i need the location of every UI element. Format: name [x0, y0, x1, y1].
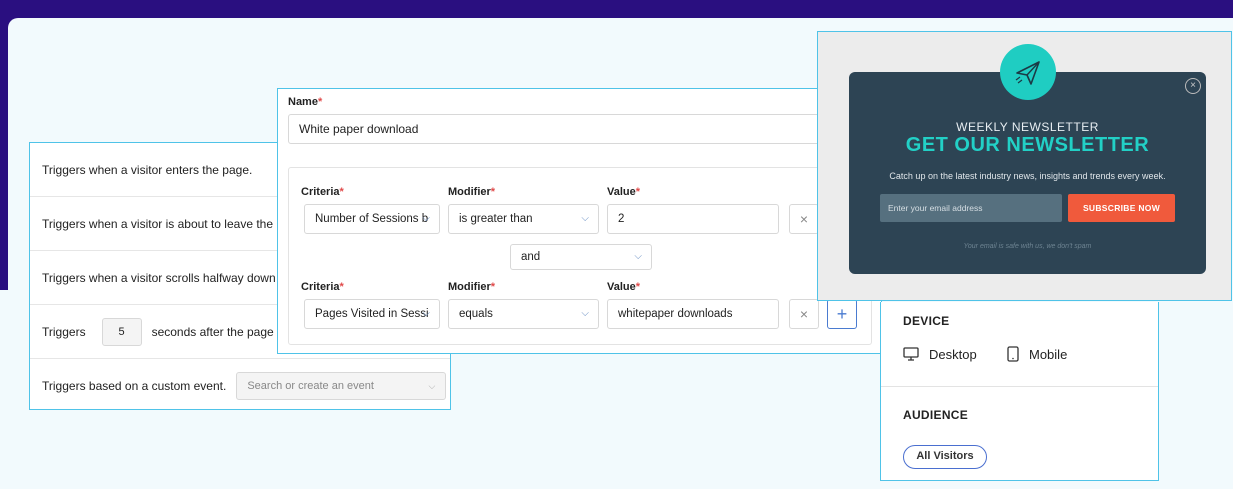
- mobile-icon: [1007, 346, 1019, 362]
- audience-pill[interactable]: All Visitors: [903, 445, 987, 469]
- chevron-down-icon: ⌵: [428, 381, 436, 391]
- trigger-label: Triggers based on a custom event.: [42, 379, 227, 393]
- add-rule-button[interactable]: +: [827, 299, 857, 329]
- close-icon: ×: [799, 306, 809, 322]
- seconds-input[interactable]: 5: [101, 317, 142, 346]
- criteria-label: Criteria*: [301, 186, 344, 198]
- name-input[interactable]: White paper download: [288, 114, 878, 144]
- event-select[interactable]: Search or create an event ⌵: [236, 372, 447, 400]
- chevron-down-icon: ⌵: [581, 213, 589, 224]
- newsletter-title: GET OUR NEWSLETTER: [905, 134, 1150, 156]
- segment-editor: Name* White paper download Criteria* Mod…: [277, 88, 882, 354]
- trigger-label: Triggers when a visitor enters the page.: [42, 162, 253, 177]
- newsletter-kicker: WEEKLY NEWSLETTER: [956, 120, 1099, 134]
- modifier-select[interactable]: is greater than ⌵: [448, 204, 599, 234]
- criteria-label: Criteria*: [301, 281, 344, 293]
- trigger-label: Triggers when a visitor is about to leav…: [42, 216, 307, 231]
- device-option-desktop[interactable]: Desktop: [903, 346, 977, 362]
- divider: [881, 386, 1158, 387]
- device-option-mobile[interactable]: Mobile: [1007, 346, 1067, 362]
- subscribe-button[interactable]: SUBSCRIBE NOW: [1068, 194, 1175, 222]
- close-icon[interactable]: ×: [1185, 78, 1201, 94]
- close-icon: ×: [799, 211, 809, 227]
- remove-rule-button[interactable]: ×: [789, 204, 819, 234]
- value-input[interactable]: 2: [607, 204, 779, 234]
- modifier-select[interactable]: equals ⌵: [448, 299, 599, 329]
- value-input[interactable]: whitepaper downloads: [607, 299, 779, 329]
- criteria-group: Criteria* Modifier* Value* Number of Ses…: [288, 167, 872, 345]
- trigger-label: Triggers when a visitor scrolls halfway …: [42, 270, 306, 285]
- trigger-option-custom[interactable]: Triggers based on a custom event. Search…: [30, 359, 450, 409]
- value-label: Value*: [607, 281, 641, 293]
- chevron-down-icon: ⌵: [422, 213, 430, 224]
- event-select-placeholder: Search or create an event: [247, 380, 374, 392]
- device-heading: DEVICE: [903, 314, 950, 328]
- audience-heading: AUDIENCE: [903, 408, 969, 422]
- value-label: Value*: [607, 186, 641, 198]
- privacy-note: Your email is safe with us, we don't spa…: [963, 243, 1092, 250]
- plus-icon: +: [836, 304, 848, 324]
- email-field[interactable]: Enter your email address: [880, 194, 1062, 222]
- modifier-label: Modifier*: [448, 281, 496, 293]
- joiner-select[interactable]: and ⌵: [510, 244, 652, 270]
- chevron-down-icon: ⌵: [634, 251, 642, 262]
- newsletter-preview: × WEEKLY NEWSLETTER GET OUR NEWSLETTER C…: [817, 31, 1232, 301]
- chevron-down-icon: ⌵: [581, 308, 589, 319]
- name-label: Name*: [288, 96, 323, 108]
- remove-rule-button[interactable]: ×: [789, 299, 819, 329]
- trigger-label: Triggers: [42, 324, 86, 339]
- chevron-down-icon: ⌵: [422, 308, 430, 319]
- criteria-select[interactable]: Pages Visited in Sessi ⌵: [304, 299, 440, 329]
- paper-plane-icon: [1000, 44, 1056, 100]
- targeting-panel: DEVICE Desktop Mobile AUDIENCE All Visit…: [880, 302, 1159, 481]
- newsletter-popup: × WEEKLY NEWSLETTER GET OUR NEWSLETTER C…: [849, 44, 1206, 274]
- background-band-left: [0, 0, 8, 290]
- modifier-label: Modifier*: [448, 186, 496, 198]
- criteria-select[interactable]: Number of Sessions b ⌵: [304, 204, 440, 234]
- desktop-icon: [903, 347, 919, 361]
- newsletter-subtitle: Catch up on the latest industry news, in…: [889, 171, 1166, 181]
